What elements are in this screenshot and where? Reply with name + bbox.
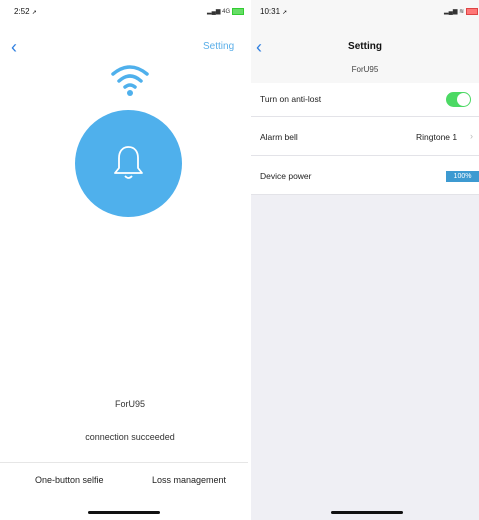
left-phone-screen: 2:52 ➚ ▂▄▆ 4G ‹ Setting ForU95 connectio… (0, 0, 248, 520)
back-chevron-icon: ‹ (11, 37, 17, 57)
back-button[interactable]: ‹ (11, 38, 17, 56)
status-indicators: ▂▄▆ 4G (207, 8, 244, 15)
power-level-text: 100% (453, 173, 472, 180)
power-level-bar: 100% (446, 171, 479, 182)
chevron-right-icon: › (470, 131, 473, 141)
tab-one-button-selfie[interactable]: One-button selfie (35, 475, 104, 485)
device-name: ForU95 (114, 399, 145, 409)
anti-lost-toggle[interactable] (446, 92, 471, 107)
anti-lost-row: Turn on anti-lost (251, 83, 479, 117)
device-power-row: Device power 100% (251, 156, 479, 195)
network-label: 4G (222, 9, 231, 16)
alarm-bell-value: Ringtone 1 (416, 132, 458, 142)
alarm-bell-button[interactable] (75, 110, 182, 217)
tab-bar: One-button selfie Loss management (0, 462, 248, 499)
status-time: 2:52 ➚ (14, 7, 37, 16)
signal-icon: ▂▄▆ (207, 9, 221, 16)
battery-icon (465, 8, 478, 15)
bell-icon (114, 146, 143, 179)
alarm-bell-label: Alarm bell (260, 132, 298, 142)
connection-status: connection succeeded (85, 432, 175, 442)
home-indicator[interactable] (331, 511, 403, 514)
home-indicator[interactable] (88, 511, 160, 514)
signal-icon: ▂▄▆ (444, 9, 458, 16)
right-phone-screen: 10:31 ➚ ▂▄▆ ≋ ‹ Setting ForU95 Turn on a… (251, 0, 479, 520)
device-power-label: Device power (260, 171, 312, 181)
toggle-knob (457, 93, 470, 106)
wifi-icon (111, 65, 149, 96)
status-time: 10:31 ➚ (260, 7, 288, 16)
page-title: Setting (348, 41, 382, 52)
setting-link[interactable]: Setting (203, 41, 234, 52)
location-arrow-icon: ➚ (282, 10, 288, 16)
device-name-subtitle: ForU95 (351, 65, 379, 74)
anti-lost-label: Turn on anti-lost (260, 94, 322, 104)
alarm-bell-row[interactable]: Alarm bell Ringtone 1 › (251, 117, 479, 156)
battery-icon (231, 8, 244, 15)
tab-loss-management[interactable]: Loss management (152, 475, 226, 485)
status-indicators: ▂▄▆ ≋ (444, 8, 478, 15)
wifi-small-icon: ≋ (459, 9, 465, 16)
location-arrow-icon: ➚ (31, 10, 37, 16)
